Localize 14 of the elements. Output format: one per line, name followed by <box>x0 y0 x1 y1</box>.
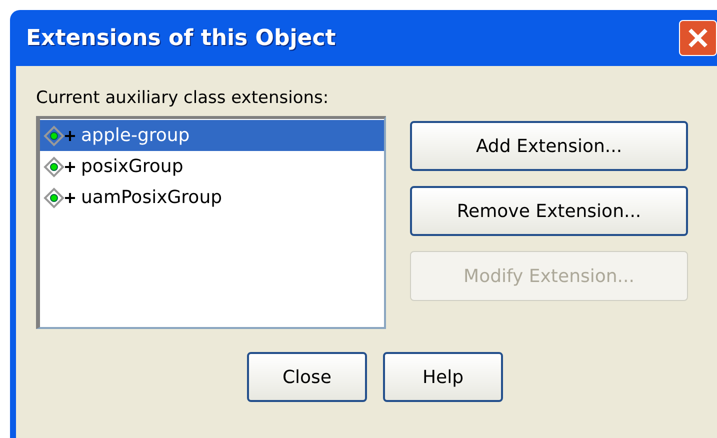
diamond-plus-icon <box>43 156 77 178</box>
dialog-button[interactable]: Help <box>383 352 503 402</box>
extension-button[interactable]: Add Extension... <box>410 121 688 171</box>
window-title: Extensions of this Object <box>26 24 336 52</box>
extension-item[interactable]: apple-group <box>40 120 384 151</box>
close-button[interactable] <box>679 20 717 56</box>
diamond-plus-icon <box>43 124 77 146</box>
diamond-plus-icon <box>43 186 77 208</box>
extension-item[interactable]: posixGroup <box>40 151 384 182</box>
list-label: Current auxiliary class extensions: <box>36 87 330 110</box>
close-icon <box>687 27 709 49</box>
extension-item[interactable]: uamPosixGroup <box>40 182 384 213</box>
dialog-button[interactable]: Close <box>247 352 367 402</box>
extension-button[interactable]: Remove Extension... <box>410 186 688 236</box>
